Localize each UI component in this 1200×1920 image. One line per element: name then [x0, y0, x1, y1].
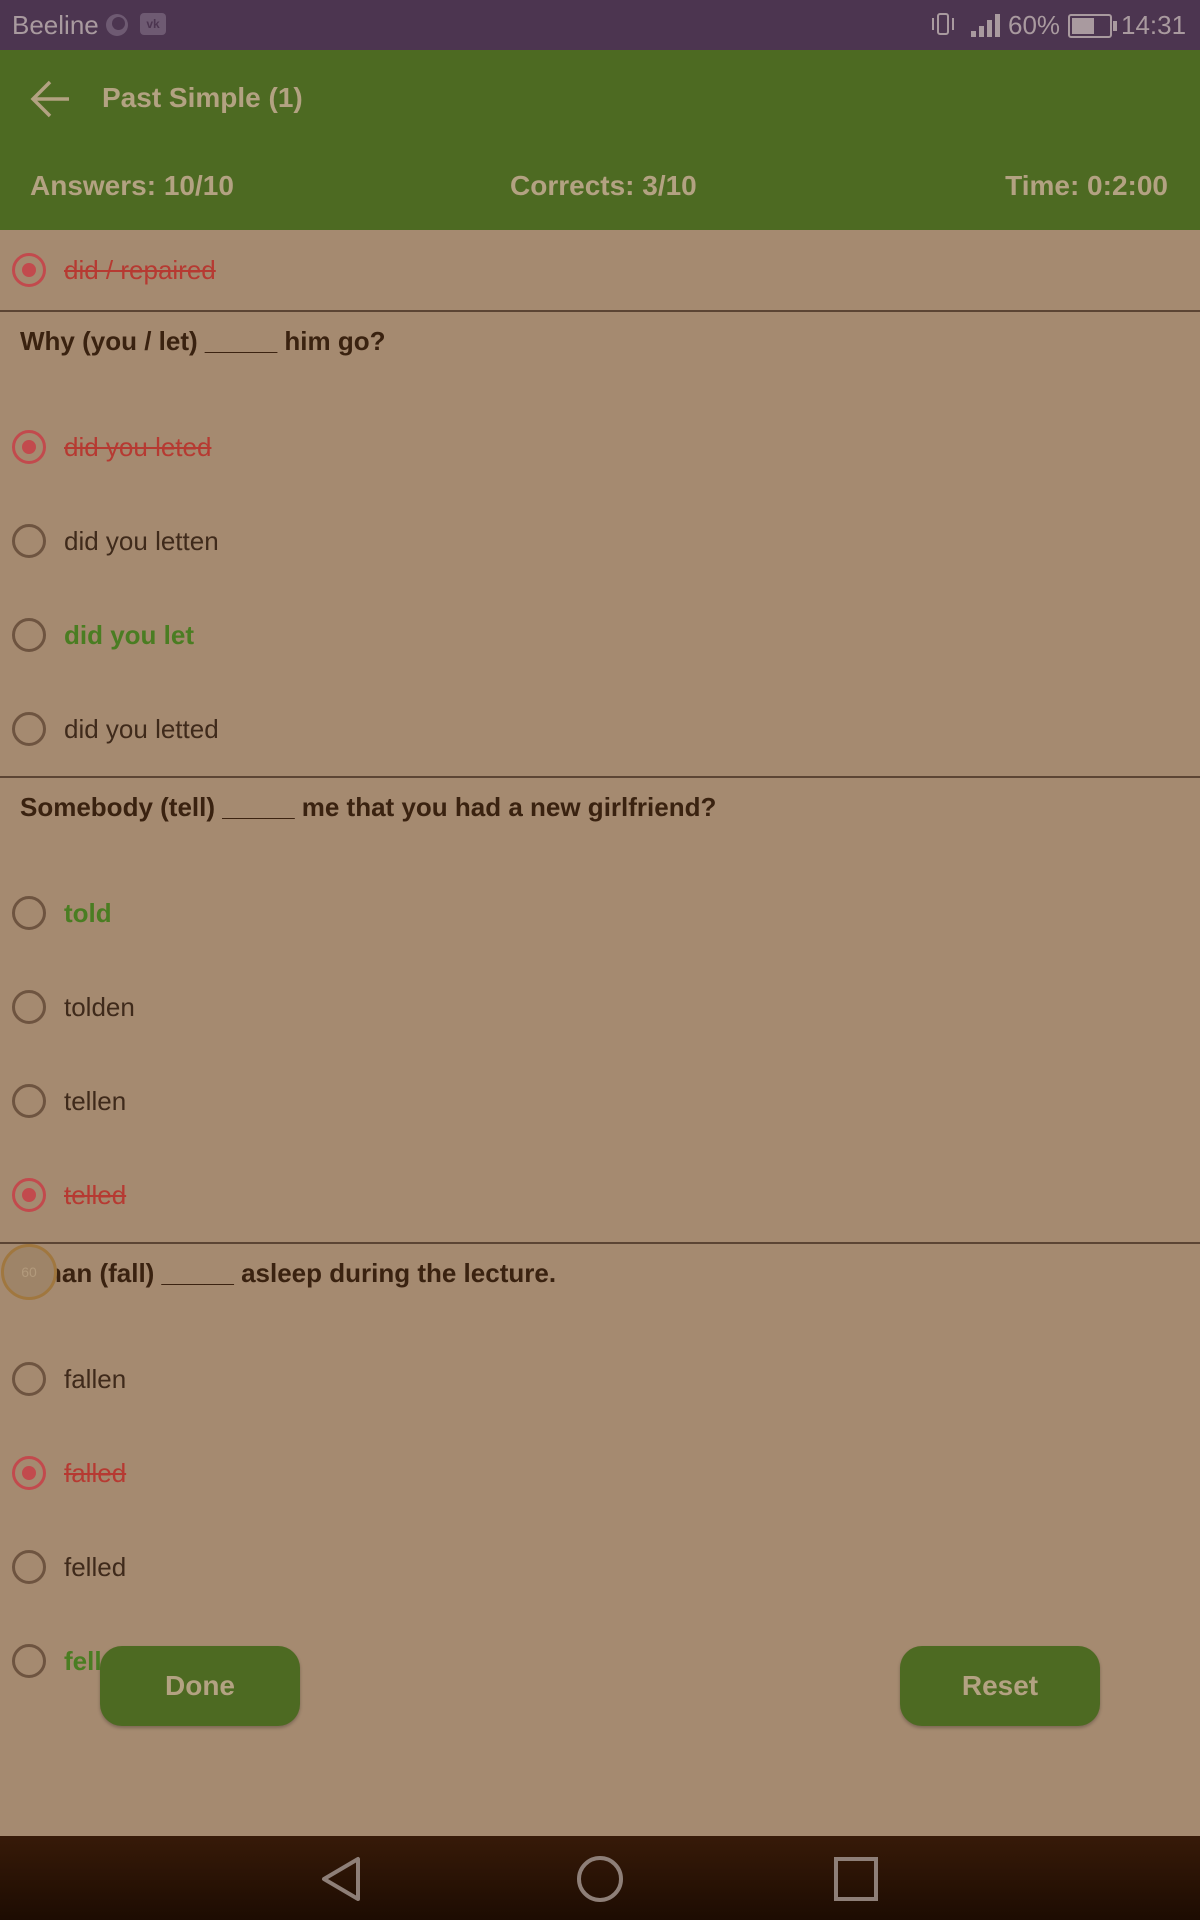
radio-icon[interactable] [12, 990, 46, 1024]
nav-back-icon[interactable] [318, 1854, 368, 1904]
option-label: telled [64, 1179, 127, 1210]
carrier-label: Beeline [12, 10, 99, 40]
question-text: Why (you / let) _____ him go? [20, 326, 386, 356]
option-label: tellen [64, 1085, 127, 1116]
corrects-count: Corrects: 3/10 [510, 170, 697, 201]
radio-icon[interactable] [12, 1644, 46, 1678]
radio-icon[interactable] [12, 1084, 46, 1118]
radio-selected-icon[interactable] [12, 1178, 46, 1212]
page-title: Past Simple (1) [102, 82, 303, 113]
done-button[interactable]: Done [100, 1646, 300, 1726]
answer-option[interactable]: did you leted [0, 400, 1200, 494]
radio-icon[interactable] [12, 896, 46, 930]
answer-option[interactable]: tellen [0, 1054, 1200, 1148]
radio-icon[interactable] [12, 1550, 46, 1584]
answer-option[interactable]: did / repaired [0, 230, 1200, 310]
app-header: Past Simple (1) Answers: 10/10 Corrects:… [0, 50, 1200, 230]
option-label: did you leted [64, 431, 212, 462]
option-label: told [64, 897, 112, 928]
answer-option[interactable]: falled [0, 1426, 1200, 1520]
vibrate-icon [932, 13, 954, 35]
answer-option[interactable]: tolden [0, 960, 1200, 1054]
option-label: did you letten [64, 525, 219, 556]
question-text: Somebody (tell) _____ me that you had a … [20, 792, 717, 822]
vk-icon: vk [140, 13, 166, 35]
question-text: Ethan (fall) _____ asleep during the lec… [20, 1258, 557, 1288]
clock: 14:31 [1121, 10, 1187, 40]
radio-selected-icon[interactable] [12, 1456, 46, 1490]
answer-option[interactable]: did you let [0, 588, 1200, 682]
answer-option[interactable]: felled [0, 1520, 1200, 1614]
nav-recent-icon[interactable] [831, 1854, 881, 1904]
answer-option[interactable]: fallen [0, 1332, 1200, 1426]
reset-button[interactable]: Reset [900, 1646, 1100, 1726]
floating-badge[interactable]: 60 [1, 1244, 57, 1300]
quiz-list[interactable]: did / repaired Why (you / let) _____ him… [0, 230, 1200, 1708]
battery-percent: 60% [1008, 10, 1061, 40]
radio-icon[interactable] [12, 524, 46, 558]
option-label: did you let [64, 619, 194, 650]
option-label: tolden [64, 991, 135, 1022]
system-nav-bar [0, 1836, 1200, 1920]
option-label: did you letted [64, 713, 219, 744]
answer-option[interactable]: did you letted [0, 682, 1200, 776]
option-label: falled [64, 1457, 127, 1488]
nav-home-icon[interactable] [575, 1854, 625, 1904]
battery-icon [1068, 14, 1117, 38]
option-label: fallen [64, 1363, 127, 1394]
answer-option[interactable]: did you letten [0, 494, 1200, 588]
status-bar: Beeline vk 60% 14:31 [0, 0, 1200, 50]
radio-selected-icon[interactable] [12, 253, 46, 287]
elapsed-time: Time: 0:2:00 [1005, 170, 1168, 201]
moon-icon [106, 14, 128, 36]
option-label: felled [64, 1551, 127, 1582]
radio-icon[interactable] [12, 618, 46, 652]
answers-count: Answers: 10/10 [30, 170, 234, 201]
option-label: did / repaired [64, 254, 216, 285]
radio-icon[interactable] [12, 1362, 46, 1396]
answer-option[interactable]: told [0, 866, 1200, 960]
signal-icon [971, 14, 1000, 37]
radio-icon[interactable] [12, 712, 46, 746]
radio-selected-icon[interactable] [12, 430, 46, 464]
back-arrow-icon[interactable] [30, 78, 72, 120]
option-label: fell [64, 1645, 102, 1676]
answer-option[interactable]: telled [0, 1148, 1200, 1242]
